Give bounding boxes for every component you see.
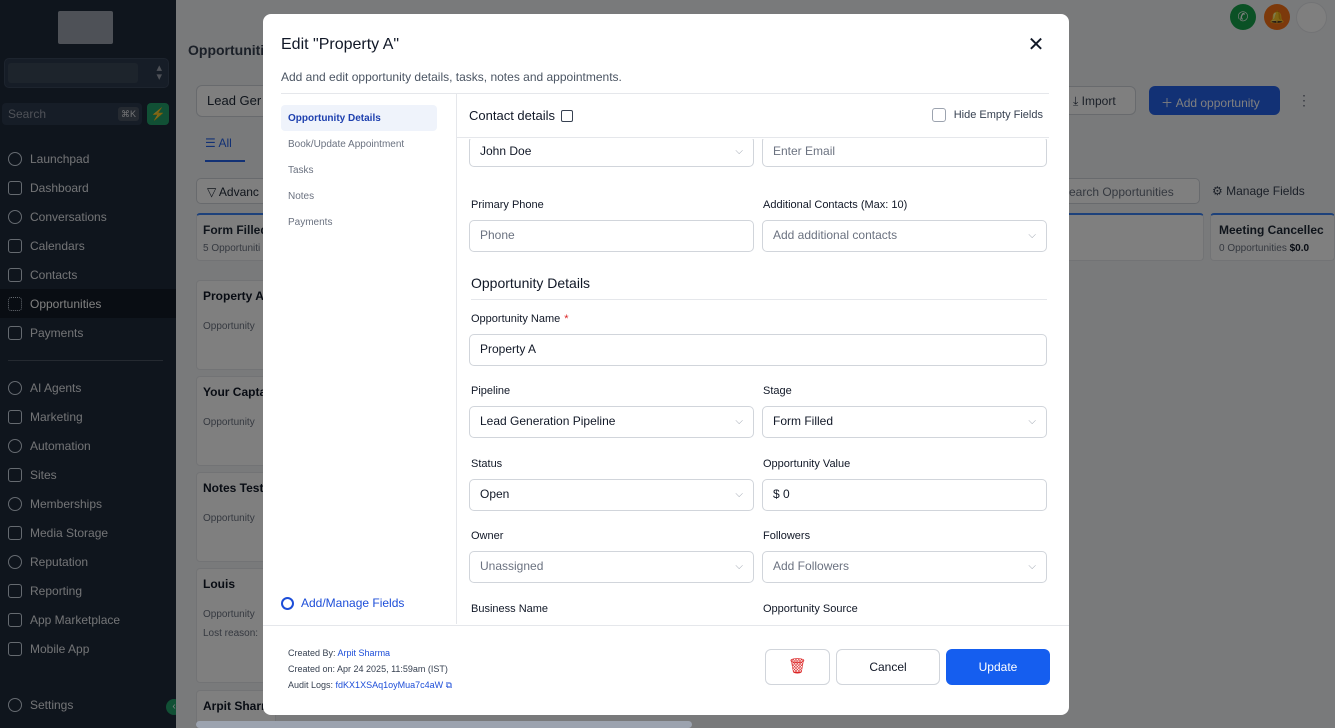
- chevron-down-icon: ⌵: [735, 146, 743, 157]
- delete-button[interactable]: 🗑: [765, 649, 830, 685]
- status-label: Status: [471, 458, 503, 470]
- opportunity-name-label: Opportunity Name *: [471, 313, 569, 325]
- audit-logs-label: Audit Logs:: [288, 680, 334, 690]
- nav-tasks[interactable]: Tasks: [281, 157, 437, 183]
- hide-empty-checkbox[interactable]: [931, 108, 946, 122]
- contact-details-header: Contact details Hide Empty Fields: [457, 94, 1049, 138]
- copy-icon[interactable]: ⧉: [446, 680, 452, 690]
- opportunity-source-label: Opportunity Source: [763, 603, 858, 615]
- modal-nav: Opportunity Details Book/Update Appointm…: [281, 105, 437, 235]
- primary-phone-label: Primary Phone: [471, 199, 544, 211]
- opportunity-value-label: Opportunity Value: [763, 458, 851, 470]
- followers-select[interactable]: Add Followers ⌵: [762, 551, 1047, 583]
- business-name-label: Business Name: [471, 603, 549, 615]
- horizontal-scrollbar[interactable]: [196, 721, 692, 728]
- contact-name-select[interactable]: John Doe ⌵: [469, 139, 754, 167]
- add-manage-fields-link[interactable]: Add/Manage Fields: [281, 596, 404, 610]
- chevron-down-icon: ⌵: [1028, 416, 1036, 427]
- status-value: Open: [480, 487, 510, 501]
- nav-payments[interactable]: Payments: [281, 209, 437, 235]
- audit-info: Created By: Arpit Sharma Created on: Apr…: [288, 645, 452, 693]
- edit-opportunity-modal: Edit "Property A" ✕ Add and edit opportu…: [263, 14, 1069, 715]
- cancel-button[interactable]: Cancel: [836, 649, 940, 685]
- add-manage-fields-label: Add/Manage Fields: [301, 596, 405, 610]
- opportunity-name-label-text: Opportunity Name: [471, 313, 561, 325]
- followers-placeholder: Add Followers: [773, 559, 850, 573]
- opportunity-details-title: Opportunity Details: [471, 275, 591, 291]
- trash-icon: 🗑: [787, 658, 808, 675]
- nav-book-update-appointment[interactable]: Book/Update Appointment: [281, 131, 437, 157]
- pipeline-label: Pipeline: [471, 385, 511, 397]
- stage-value: Form Filled: [773, 414, 834, 428]
- hide-empty-label: Hide Empty Fields: [953, 109, 1043, 121]
- divider: [471, 299, 1047, 300]
- additional-contacts-label: Additional Contacts (Max: 10): [763, 199, 908, 211]
- phone-field[interactable]: Phone: [469, 220, 754, 252]
- opportunity-value-input[interactable]: $ 0: [762, 479, 1047, 511]
- contact-name-value: John Doe: [480, 144, 532, 158]
- owner-label: Owner: [471, 530, 504, 542]
- additional-contacts-select[interactable]: Add additional contacts ⌵: [762, 220, 1047, 252]
- modal-subtitle: Add and edit opportunity details, tasks,…: [281, 70, 622, 84]
- contact-details-title: Contact details: [469, 108, 555, 123]
- chevron-down-icon: ⌵: [735, 416, 743, 427]
- required-mark: *: [564, 313, 569, 325]
- hide-empty-fields-toggle[interactable]: Hide Empty Fields: [931, 108, 1043, 122]
- opportunity-name-input[interactable]: Property A: [469, 334, 1047, 366]
- created-on: Created on: Apr 24 2025, 11:59am (IST): [288, 664, 448, 674]
- pipeline-value: Lead Generation Pipeline: [480, 414, 616, 428]
- divider: [263, 625, 1069, 626]
- stage-label: Stage: [763, 385, 792, 397]
- chevron-down-icon: ⌵: [735, 489, 743, 500]
- modal-title: Edit "Property A": [281, 36, 400, 53]
- chevron-down-icon: ⌵: [1028, 230, 1036, 241]
- status-select[interactable]: Open ⌵: [469, 479, 754, 511]
- audit-logs-link[interactable]: fdKX1XSAq1oyMua7c4aW: [336, 680, 444, 690]
- owner-value: Unassigned: [480, 559, 544, 573]
- chevron-down-icon: ⌵: [1028, 561, 1036, 572]
- email-field[interactable]: Enter Email: [762, 139, 1047, 167]
- created-by-link[interactable]: Arpit Sharma: [338, 648, 391, 658]
- gear-icon: [281, 596, 294, 610]
- stage-select[interactable]: Form Filled ⌵: [762, 406, 1047, 438]
- update-button[interactable]: Update: [946, 649, 1050, 685]
- followers-label: Followers: [763, 530, 811, 542]
- owner-select[interactable]: Unassigned ⌵: [469, 551, 754, 583]
- nav-opportunity-details[interactable]: Opportunity Details: [281, 105, 437, 131]
- pipeline-select[interactable]: Lead Generation Pipeline ⌵: [469, 406, 754, 438]
- nav-notes[interactable]: Notes: [281, 183, 437, 209]
- created-by-label: Created By:: [288, 648, 336, 658]
- chevron-down-icon: ⌵: [735, 561, 743, 572]
- additional-contacts-placeholder: Add additional contacts: [773, 228, 898, 242]
- close-icon[interactable]: ✕: [1027, 35, 1045, 55]
- contact-card-icon: [561, 109, 573, 122]
- details-form[interactable]: John Doe ⌵ Enter Email Primary Phone Phon…: [457, 139, 1049, 625]
